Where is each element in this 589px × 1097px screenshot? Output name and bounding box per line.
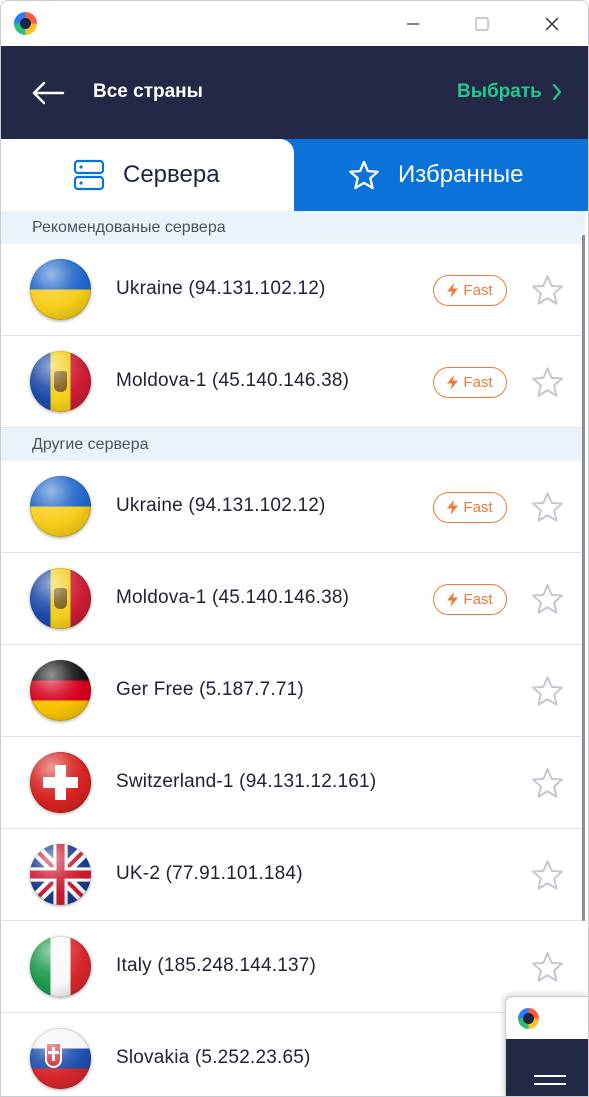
arrow-left-icon [32,81,65,105]
server-row[interactable]: Ger Free (5.187.7.71) [1,645,585,737]
star-outline-icon [532,583,563,614]
minimize-button[interactable] [390,1,436,46]
star-outline-icon [532,274,563,305]
moldova-flag-icon [30,351,91,412]
server-row[interactable]: Slovakia (5.252.23.65) [1,1013,585,1096]
moldova-flag-icon [30,568,91,629]
fast-badge-label: Fast [463,591,493,608]
favorite-button[interactable] [531,674,564,707]
maximize-icon [475,16,489,31]
maximize-button[interactable] [459,1,505,46]
fast-badge-label: Fast [463,374,493,391]
app-logo-icon [518,1008,539,1029]
page-title: Все страны [93,81,203,102]
select-button-label: Выбрать [457,81,542,102]
server-name: Ukraine (94.131.102.12) [116,495,326,516]
scrollbar[interactable] [582,235,585,921]
tab-favorites-label: Избранные [398,161,524,188]
section-header-recommended: Рекомендованые сервера [1,211,585,244]
server-row[interactable]: Moldova-1 (45.140.146.38) Fast [1,553,585,645]
lightning-icon [447,375,459,390]
fast-badge-label: Fast [463,499,493,516]
server-name: Italy (185.248.144.137) [116,955,317,976]
server-name: Slovakia (5.252.23.65) [116,1047,311,1068]
ukraine-flag-icon [30,259,91,320]
close-button[interactable] [529,1,575,46]
server-name: Switzerland-1 (94.131.12.161) [116,771,377,792]
slovakia-flag-icon [30,1028,91,1089]
favorite-button[interactable] [531,582,564,615]
server-list[interactable]: Рекомендованые сервера Ukraine (94.131.1… [1,211,585,1096]
ukraine-flag-icon [30,476,91,537]
fast-badge: Fast [433,584,507,615]
section-header-other: Другие сервера [1,428,585,461]
server-name: Moldova-1 (45.140.146.38) [116,587,350,608]
lightning-icon [447,500,459,515]
italy-flag-icon [30,936,91,997]
tab-servers-label: Сервера [123,161,220,188]
minimize-icon [407,22,419,25]
favorite-button[interactable] [531,950,564,983]
server-name: Ger Free (5.187.7.71) [116,679,304,700]
favorite-button[interactable] [531,766,564,799]
fast-badge: Fast [433,492,507,523]
uk-flag-icon [30,844,91,905]
germany-flag-icon [30,660,91,721]
server-icon [73,159,105,191]
lightning-icon [447,283,459,298]
server-name: Ukraine (94.131.102.12) [116,278,326,299]
star-outline-icon [532,951,563,982]
server-name: Moldova-1 (45.140.146.38) [116,370,350,391]
server-row[interactable]: Ukraine (94.131.102.12) Fast [1,244,585,336]
server-row[interactable]: Switzerland-1 (94.131.12.161) [1,737,585,829]
menu-icon[interactable] [534,1075,566,1095]
fast-badge-label: Fast [463,282,493,299]
server-name: UK-2 (77.91.101.184) [116,863,303,884]
app-header: Все страны Выбрать [1,46,588,139]
star-outline-icon [532,491,563,522]
select-button[interactable]: Выбрать [457,81,562,103]
app-window: Все страны Выбрать Сервера Избранные Рек… [0,0,589,1097]
close-icon [545,17,559,30]
lightning-icon [447,592,459,607]
favorite-button[interactable] [531,365,564,398]
star-outline-icon [532,767,563,798]
tab-favorites[interactable]: Избранные [294,139,588,211]
fast-badge: Fast [433,367,507,398]
switzerland-flag-icon [30,752,91,813]
secondary-window-header [506,1039,588,1096]
server-row[interactable]: Moldova-1 (45.140.146.38) Fast [1,336,585,428]
tab-servers[interactable]: Сервера [1,139,294,211]
secondary-window[interactable] [505,996,588,1096]
fast-badge: Fast [433,275,507,306]
app-logo-icon [14,12,37,35]
server-row[interactable]: Ukraine (94.131.102.12) Fast [1,461,585,553]
chevron-right-icon [552,83,561,101]
favorite-button[interactable] [531,273,564,306]
server-row[interactable]: Italy (185.248.144.137) [1,921,585,1013]
server-row[interactable]: UK-2 (77.91.101.184) [1,829,585,921]
star-outline-icon [532,366,563,397]
tab-bar: Сервера Избранные [1,139,588,211]
favorite-button[interactable] [531,490,564,523]
back-button[interactable] [29,74,67,112]
star-icon [349,160,379,190]
star-outline-icon [532,675,563,706]
favorite-button[interactable] [531,858,564,891]
star-outline-icon [532,859,563,890]
title-bar[interactable] [1,1,588,46]
